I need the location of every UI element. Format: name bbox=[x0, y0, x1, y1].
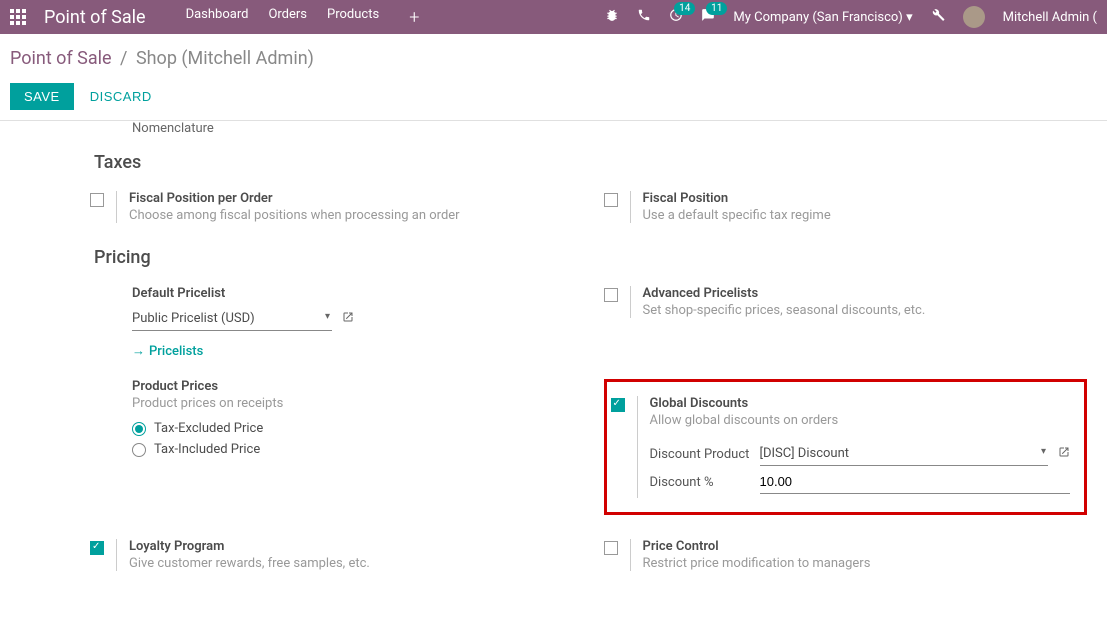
phone-icon[interactable] bbox=[637, 8, 651, 26]
pricelists-link[interactable]: → Pricelists bbox=[132, 343, 203, 359]
radio-icon bbox=[132, 422, 146, 436]
product-prices-desc: Product prices on receipts bbox=[132, 396, 574, 411]
discount-product-select[interactable]: [DISC] Discount bbox=[760, 442, 1049, 466]
fiscal-position-title: Fiscal Position bbox=[643, 191, 1088, 206]
top-navbar: Point of Sale Dashboard Orders Products … bbox=[0, 0, 1107, 34]
avatar[interactable] bbox=[963, 6, 985, 28]
fiscal-per-order-desc: Choose among fiscal positions when proce… bbox=[129, 208, 574, 223]
tax-excluded-radio[interactable]: Tax-Excluded Price bbox=[132, 421, 574, 436]
tax-included-radio[interactable]: Tax-Included Price bbox=[132, 442, 574, 457]
user-name[interactable]: Mitchell Admin ( bbox=[1003, 10, 1097, 25]
global-discounts-highlight: Global Discounts Allow global discounts … bbox=[604, 379, 1088, 515]
messages-badge: 11 bbox=[706, 2, 727, 15]
messages-icon[interactable]: 11 bbox=[701, 8, 715, 26]
loyalty-checkbox[interactable] bbox=[90, 541, 104, 555]
global-discounts-desc: Allow global discounts on orders bbox=[650, 413, 1071, 428]
discount-pc-label: Discount % bbox=[650, 475, 760, 490]
external-link-icon[interactable] bbox=[1058, 446, 1070, 462]
apps-icon[interactable] bbox=[10, 9, 26, 25]
nav-products[interactable]: Products bbox=[327, 7, 379, 28]
radio-icon bbox=[132, 443, 146, 457]
loyalty-desc: Give customer rewards, free samples, etc… bbox=[129, 556, 574, 571]
breadcrumb-current: Shop (Mitchell Admin) bbox=[136, 48, 314, 69]
app-title: Point of Sale bbox=[44, 7, 146, 28]
save-button[interactable]: SAVE bbox=[10, 83, 74, 110]
breadcrumb: Point of Sale / Shop (Mitchell Admin) bbox=[0, 34, 1107, 77]
tools-icon[interactable] bbox=[931, 8, 945, 26]
discard-button[interactable]: DISCARD bbox=[90, 89, 152, 104]
advanced-pricelists-checkbox[interactable] bbox=[604, 288, 618, 302]
fiscal-per-order-title: Fiscal Position per Order bbox=[129, 191, 574, 206]
advanced-pricelists-title: Advanced Pricelists bbox=[643, 286, 1088, 301]
plus-icon[interactable]: + bbox=[409, 7, 419, 28]
nomenclature-label: Nomenclature bbox=[90, 121, 1087, 136]
default-pricelist-select[interactable]: Public Pricelist (USD) bbox=[132, 307, 332, 331]
price-control-checkbox[interactable] bbox=[604, 541, 618, 555]
fiscal-position-checkbox[interactable] bbox=[604, 193, 618, 207]
price-control-title: Price Control bbox=[643, 539, 1088, 554]
product-prices-title: Product Prices bbox=[132, 379, 574, 394]
activity-badge: 14 bbox=[674, 2, 695, 15]
company-selector[interactable]: My Company (San Francisco) ▾ bbox=[733, 10, 912, 25]
advanced-pricelists-desc: Set shop-specific prices, seasonal disco… bbox=[643, 303, 1088, 318]
nav-dashboard[interactable]: Dashboard bbox=[186, 7, 249, 28]
fiscal-position-desc: Use a default specific tax regime bbox=[643, 208, 1088, 223]
discount-pc-input[interactable] bbox=[760, 470, 1071, 494]
taxes-heading: Taxes bbox=[90, 152, 1087, 173]
arrow-right-icon: → bbox=[132, 343, 145, 359]
loyalty-title: Loyalty Program bbox=[129, 539, 574, 554]
fiscal-per-order-checkbox[interactable] bbox=[90, 193, 104, 207]
external-link-icon[interactable] bbox=[342, 311, 354, 327]
default-pricelist-label: Default Pricelist bbox=[132, 286, 574, 301]
bug-icon[interactable] bbox=[605, 8, 619, 26]
price-control-desc: Restrict price modification to managers bbox=[643, 556, 1088, 571]
nav-orders[interactable]: Orders bbox=[268, 7, 307, 28]
global-discounts-checkbox[interactable] bbox=[611, 398, 625, 412]
action-bar: SAVE DISCARD bbox=[0, 77, 1107, 121]
pricing-heading: Pricing bbox=[90, 247, 1087, 268]
breadcrumb-root[interactable]: Point of Sale bbox=[10, 48, 112, 69]
discount-product-label: Discount Product bbox=[650, 447, 760, 462]
activity-icon[interactable]: 14 bbox=[669, 8, 683, 26]
global-discounts-title: Global Discounts bbox=[650, 396, 1071, 411]
